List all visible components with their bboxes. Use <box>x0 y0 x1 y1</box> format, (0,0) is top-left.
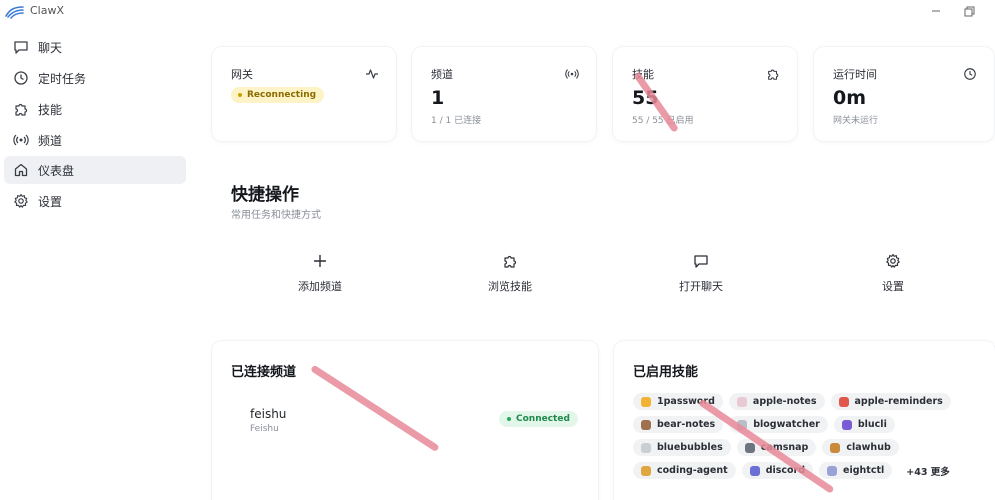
open-chat-label: 打开聊天 <box>679 280 723 293</box>
skill-emoji-icon <box>841 419 852 430</box>
skill-chip: clawhub <box>822 439 899 456</box>
title-bar: ClawX <box>0 0 995 24</box>
radio-icon <box>564 66 580 82</box>
sidebar-item-chat[interactable]: 聊天 <box>4 33 186 61</box>
skill-name: bear-notes <box>657 419 716 430</box>
skills-stat-card: 技能 55 55 / 55 已启用 <box>613 47 797 141</box>
skill-chip: apple-notes <box>728 393 825 410</box>
channels-stat-title: 频道 <box>431 68 453 81</box>
sidebar-item-label: 频道 <box>38 133 63 148</box>
skill-chip: blucli <box>833 416 895 433</box>
connected-channels-title: 已连接频道 <box>231 365 297 380</box>
skill-chip: eightctl <box>819 462 893 479</box>
skill-name: bluebubbles <box>657 442 723 453</box>
skill-emoji-icon <box>641 419 651 430</box>
skill-emoji-icon <box>744 442 755 453</box>
skill-name: coding-agent <box>657 465 728 476</box>
gateway-title: 网关 <box>231 68 253 81</box>
puzzle-icon <box>8 95 34 123</box>
sidebar-item-label: 仪表盘 <box>38 163 75 178</box>
sidebar-item-dashboard[interactable]: 仪表盘 <box>4 156 186 184</box>
activity-icon <box>364 66 380 82</box>
clock-icon <box>962 66 978 82</box>
skill-chip: apple-reminders <box>830 393 951 410</box>
gear-icon <box>884 252 902 270</box>
channels-stat-sub: 1 / 1 已连接 <box>431 116 482 126</box>
skill-emoji-icon <box>827 465 838 476</box>
uptime-sub: 网关未运行 <box>833 116 879 126</box>
sidebar-item-label: 聊天 <box>38 40 63 55</box>
clock-icon <box>8 64 34 92</box>
gateway-card: 网关 Reconnecting <box>212 47 396 141</box>
skill-emoji-icon <box>749 465 760 476</box>
skill-name: blucli <box>857 419 887 430</box>
settings-button[interactable]: 设置 <box>803 243 983 303</box>
skill-emoji-icon <box>736 396 747 407</box>
skill-emoji-icon <box>641 396 651 407</box>
skill-name: clawhub <box>846 442 891 453</box>
chat-icon <box>692 252 710 270</box>
dashboard-main: 网关 Reconnecting 频道 1 1 / 1 已连接 技能 55 55 … <box>212 47 995 500</box>
enabled-skills-title: 已启用技能 <box>633 365 699 380</box>
skill-emoji-icon <box>641 465 651 476</box>
sidebar-item-settings[interactable]: 设置 <box>4 187 186 215</box>
connected-channels-card: 已连接频道 feishu Feishu Connected <box>212 341 598 500</box>
skill-emoji-icon <box>641 442 651 453</box>
home-icon <box>8 156 34 184</box>
quick-actions-subtitle: 常用任务和快捷方式 <box>231 210 321 221</box>
more-skills-link[interactable]: +43 更多 <box>898 462 958 479</box>
plus-icon <box>311 252 329 270</box>
skill-emoji-icon <box>830 442 841 453</box>
sidebar-item-skills[interactable]: 技能 <box>4 95 186 123</box>
puzzle-icon <box>501 252 519 270</box>
add-channel-button[interactable]: 添加频道 <box>230 243 410 303</box>
add-channel-label: 添加频道 <box>298 280 342 293</box>
puzzle-icon <box>765 66 781 82</box>
app-logo-icon <box>5 4 25 19</box>
skill-chip: bluebubbles <box>633 439 731 456</box>
skill-emoji-icon <box>838 396 849 407</box>
sidebar-item-label: 定时任务 <box>38 71 87 86</box>
settings-label: 设置 <box>882 280 904 293</box>
sidebar-item-scheduled-tasks[interactable]: 定时任务 <box>4 64 186 92</box>
open-chat-button[interactable]: 打开聊天 <box>611 243 791 303</box>
browse-skills-button[interactable]: 浏览技能 <box>420 243 600 303</box>
browse-skills-label: 浏览技能 <box>488 280 532 293</box>
gateway-status-badge: Reconnecting <box>231 87 325 103</box>
skill-chip: coding-agent <box>633 462 736 479</box>
radio-icon <box>8 126 34 154</box>
skill-name: blogwatcher <box>753 419 820 430</box>
channels-stat-value: 1 <box>431 87 445 109</box>
channel-name: feishu <box>250 407 287 421</box>
skill-name: apple-notes <box>752 396 817 407</box>
skill-chip: bear-notes <box>633 416 724 433</box>
sidebar-item-channels[interactable]: 频道 <box>4 126 186 154</box>
uptime-title: 运行时间 <box>833 68 877 81</box>
channel-status-badge: Connected <box>499 411 578 427</box>
minimize-icon[interactable] <box>928 3 944 19</box>
sidebar-item-label: 设置 <box>38 194 63 209</box>
skill-name: apple-reminders <box>854 396 943 407</box>
app-title: ClawX <box>30 4 65 17</box>
uptime-value: 0m <box>833 87 867 109</box>
sidebar-item-label: 技能 <box>38 102 63 117</box>
gear-icon <box>8 187 34 215</box>
skill-name: eightctl <box>843 465 885 476</box>
uptime-card: 运行时间 0m 网关未运行 <box>814 47 994 141</box>
chat-icon <box>8 33 34 61</box>
channel-type: Feishu <box>250 424 279 434</box>
skills-list: 1password apple-notes apple-reminders bear-… <box>633 393 993 479</box>
restore-icon[interactable] <box>961 3 977 19</box>
quick-actions-title: 快捷操作 <box>231 185 299 205</box>
channels-stat-card: 频道 1 1 / 1 已连接 <box>412 47 596 141</box>
